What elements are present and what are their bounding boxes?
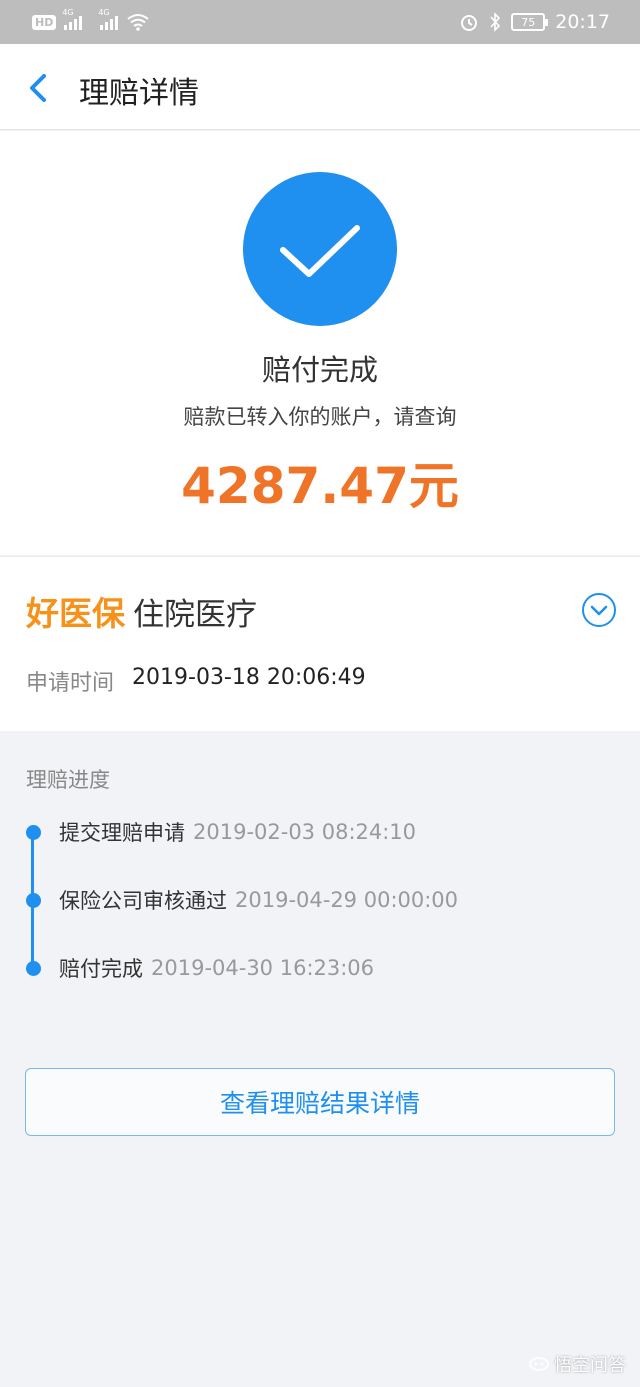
watermark-logo-icon [529,1357,549,1371]
timeline-step: 赔付完成 2019-04-30 16:23:06 [26,953,374,983]
step-name: 赔付完成 [59,957,143,981]
watermark-text: 悟空问答 [554,1355,626,1376]
status-subtitle: 赔款已转入你的账户，请查询 [183,405,457,429]
hd-badge: HD [32,14,57,30]
policy-name: 好医保 住院医疗 [26,587,257,635]
success-check-icon [243,172,397,326]
view-claim-result-button[interactable]: 查看理赔结果详情 [25,1068,615,1136]
expand-chevron-icon[interactable] [582,593,616,627]
timeline-step: 提交理赔申请 2019-02-03 08:24:10 [26,817,416,847]
page-title: 理赔详情 [79,76,199,111]
timeline-step: 保险公司审核通过 2019-04-29 00:00:00 [26,885,458,915]
policy-section: 好医保 住院医疗 申请时间 2019-03-18 20:06:49 [0,556,640,731]
status-title: 赔付完成 [261,353,378,387]
progress-title: 理赔进度 [26,768,110,792]
payout-amount: 4287.47元 [181,457,459,515]
status-bar: HD 4G 4G 75 20:17 [0,0,640,44]
timeline-dot [26,892,41,908]
apply-time-value: 2019-03-18 20:06:49 [132,665,366,690]
step-time: 2019-04-29 00:00:00 [235,888,459,912]
claim-status-card: 赔付完成 赔款已转入你的账户，请查询 4287.47元 [0,131,640,555]
policy-type: 住院医疗 [133,597,257,633]
alarm-icon [461,15,478,31]
signal-icon-2: 4G [98,8,119,30]
status-right: 75 20:17 [459,10,610,34]
nav-header: 理赔详情 [0,44,640,130]
step-time: 2019-04-30 16:23:06 [151,956,375,980]
signal-icon: 4G [62,8,83,30]
clock: 20:17 [555,11,610,33]
bluetooth-icon [490,12,501,32]
battery-icon: 75 [511,13,549,31]
status-left: HD 4G 4G [32,8,150,34]
timeline-dot [26,960,41,976]
apply-time-label: 申请时间 [26,671,115,696]
step-time: 2019-02-03 08:24:10 [193,820,417,844]
timeline-dot [26,824,41,840]
step-name: 保险公司审核通过 [59,889,227,913]
step-name: 提交理赔申请 [59,821,185,845]
brand-name: 好医保 [26,594,125,633]
wifi-icon [127,14,149,31]
apply-time-row: 申请时间 2019-03-18 20:06:49 [26,665,366,697]
watermark: 悟空问答 [528,1351,626,1377]
back-icon[interactable] [22,68,58,108]
